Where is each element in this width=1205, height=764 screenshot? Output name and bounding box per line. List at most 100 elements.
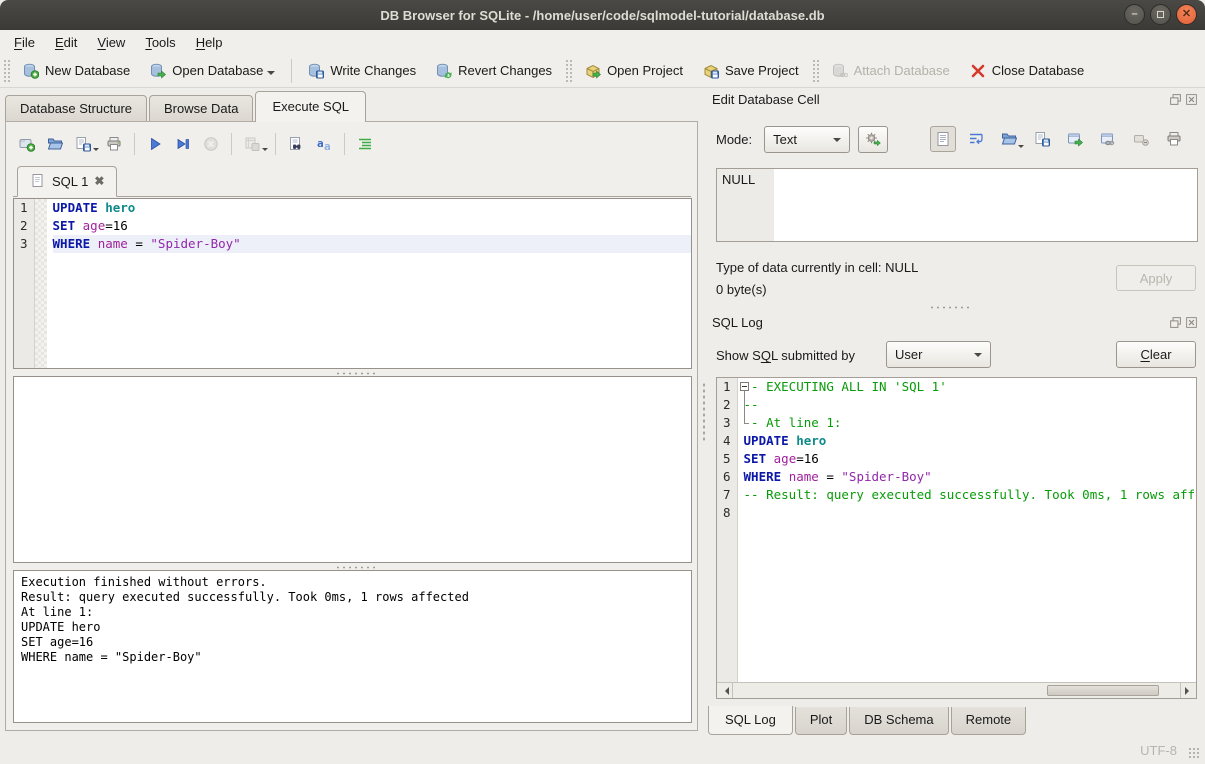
cell-value-editor[interactable]: NULL bbox=[716, 168, 1198, 242]
toolbar-grip[interactable] bbox=[565, 59, 572, 83]
dropdown-caret-icon bbox=[267, 71, 275, 79]
write-changes-label: Write Changes bbox=[330, 63, 416, 78]
sql-log-dock-title: SQL Log bbox=[712, 315, 1198, 335]
svg-text:a: a bbox=[317, 137, 324, 150]
sql-editor[interactable]: 123 UPDATE heroSET age=16WHERE name = "S… bbox=[13, 198, 692, 369]
execute-line-button[interactable] bbox=[170, 131, 196, 157]
database-open-icon bbox=[150, 63, 166, 79]
set-null-icon bbox=[1133, 131, 1149, 147]
cell-value-text: NULL bbox=[722, 172, 755, 187]
menu-help[interactable]: Help bbox=[186, 32, 233, 53]
auto-apply-icon bbox=[865, 131, 881, 147]
dock-close-icon[interactable] bbox=[1185, 93, 1198, 106]
close-icon[interactable]: ✕ bbox=[1176, 4, 1197, 25]
syntax-highlight-button[interactable]: aa bbox=[311, 131, 337, 157]
word-wrap-icon bbox=[968, 131, 984, 147]
query-results-pane[interactable] bbox=[13, 376, 692, 563]
word-wrap-button[interactable] bbox=[963, 126, 989, 152]
open-project-label: Open Project bbox=[607, 63, 683, 78]
minimize-icon[interactable]: – bbox=[1124, 4, 1145, 25]
dock-close-icon[interactable] bbox=[1185, 316, 1198, 329]
close-database-button[interactable]: Close Database bbox=[960, 58, 1095, 84]
clear-log-button[interactable]: Clear bbox=[1116, 341, 1196, 368]
import-data-button[interactable] bbox=[996, 126, 1022, 152]
project-save-icon bbox=[703, 63, 719, 79]
mode-label: Mode: bbox=[716, 132, 752, 147]
line-number: 2 bbox=[14, 217, 34, 235]
tab-browse-data[interactable]: Browse Data bbox=[149, 95, 253, 122]
line-number: 5 bbox=[717, 450, 737, 468]
dock-float-icon[interactable] bbox=[1169, 93, 1182, 106]
toolbar-grip[interactable] bbox=[812, 59, 819, 83]
tab-database-structure[interactable]: Database Structure bbox=[5, 95, 147, 122]
sql-file-tab-bar: SQL 1 ✖ bbox=[13, 167, 691, 197]
sql-document-icon bbox=[30, 173, 46, 189]
import-data-icon bbox=[1001, 131, 1017, 147]
scroll-left-icon[interactable] bbox=[717, 683, 733, 698]
open-project-button[interactable]: Open Project bbox=[575, 58, 693, 84]
maximize-icon[interactable] bbox=[1150, 4, 1171, 25]
open-sql-file-button[interactable] bbox=[42, 131, 68, 157]
svg-text:a: a bbox=[324, 140, 331, 152]
open-database-label: Open Database bbox=[172, 63, 263, 78]
auto-apply-button[interactable] bbox=[858, 126, 888, 153]
line-number: 4 bbox=[717, 432, 737, 450]
editor-line-numbers: 123 bbox=[14, 199, 35, 368]
dock-float-icon[interactable] bbox=[1169, 316, 1182, 329]
save-project-button[interactable]: Save Project bbox=[693, 58, 809, 84]
menu-edit[interactable]: Edit bbox=[45, 32, 87, 53]
title-bar[interactable]: DB Browser for SQLite - /home/user/code/… bbox=[0, 0, 1205, 30]
sql-file-tab-label: SQL 1 bbox=[52, 174, 88, 189]
execute-sql-panel: aa SQL 1 ✖ 123 UPDATE heroSET age=16WHER… bbox=[5, 121, 698, 731]
write-changes-button[interactable]: Write Changes bbox=[298, 58, 426, 84]
scrollbar-thumb[interactable] bbox=[1047, 685, 1159, 696]
find-replace-button[interactable] bbox=[283, 131, 309, 157]
bottom-tab-remote[interactable]: Remote bbox=[951, 707, 1027, 735]
sql-editor-toolbar: aa bbox=[14, 131, 378, 157]
code-line: -- At line 1: bbox=[744, 414, 1196, 432]
menu-tools[interactable]: Tools bbox=[135, 32, 185, 53]
export-data-icon bbox=[1034, 131, 1050, 147]
link-data-button[interactable] bbox=[1095, 126, 1121, 152]
apply-export-button[interactable] bbox=[1062, 126, 1088, 152]
cell-log-dock-splitter[interactable] bbox=[930, 305, 970, 310]
export-data-button[interactable] bbox=[1029, 126, 1055, 152]
sql-log-view[interactable]: 12345678 -- EXECUTING ALL IN 'SQL 1'----… bbox=[716, 377, 1197, 699]
database-close-icon bbox=[970, 63, 986, 79]
editor-fold-margin bbox=[35, 199, 47, 368]
open-database-button[interactable]: Open Database bbox=[140, 58, 285, 84]
sql-file-tab[interactable]: SQL 1 ✖ bbox=[17, 166, 117, 197]
print-button[interactable] bbox=[101, 131, 127, 157]
attach-database-button: Attach Database bbox=[822, 58, 960, 84]
bottom-tab-db-schema[interactable]: DB Schema bbox=[849, 707, 948, 735]
log-filter-label: Show SQL submitted by bbox=[716, 348, 855, 363]
log-filter-combobox[interactable]: User bbox=[886, 341, 991, 368]
print-cell-button[interactable] bbox=[1161, 126, 1187, 152]
revert-changes-button[interactable]: Revert Changes bbox=[426, 58, 562, 84]
dock-splitter[interactable] bbox=[701, 92, 706, 732]
apply-button: Apply bbox=[1116, 265, 1196, 291]
line-number: 6 bbox=[717, 468, 737, 486]
scroll-right-icon[interactable] bbox=[1180, 683, 1196, 698]
log-horizontal-scrollbar[interactable] bbox=[717, 682, 1196, 698]
tab-close-icon[interactable]: ✖ bbox=[94, 174, 104, 188]
resize-grip[interactable] bbox=[1188, 747, 1201, 760]
menu-bar: FileEditViewToolsHelp bbox=[0, 30, 1205, 54]
code-line: UPDATE hero bbox=[744, 432, 1196, 450]
bottom-tab-plot[interactable]: Plot bbox=[795, 707, 847, 735]
code-line: WHERE name = "Spider-Boy" bbox=[744, 468, 1196, 486]
menu-file[interactable]: File bbox=[4, 32, 45, 53]
bottom-tab-sql-log[interactable]: SQL Log bbox=[708, 706, 793, 735]
toolbar-grip[interactable] bbox=[3, 59, 10, 83]
mode-combobox[interactable]: Text bbox=[764, 126, 850, 153]
menu-view[interactable]: View bbox=[87, 32, 135, 53]
tab-execute-sql[interactable]: Execute SQL bbox=[255, 91, 366, 122]
text-view-button[interactable] bbox=[930, 126, 956, 152]
auto-format-button[interactable] bbox=[352, 131, 378, 157]
execution-message-pane[interactable]: Execution finished without errors. Resul… bbox=[13, 570, 692, 723]
cell-type-info: Type of data currently in cell: NULL bbox=[716, 260, 918, 275]
new-database-button[interactable]: New Database bbox=[13, 58, 140, 84]
execute-all-button[interactable] bbox=[142, 131, 168, 157]
fold-collapse-icon[interactable] bbox=[740, 382, 749, 391]
tab-new-button[interactable] bbox=[14, 131, 40, 157]
